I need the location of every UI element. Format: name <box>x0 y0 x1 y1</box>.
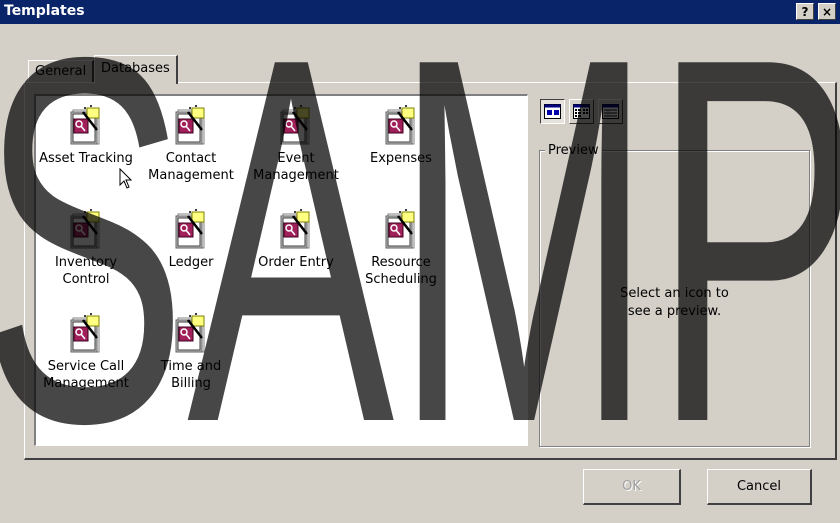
template-item-time-and-billing[interactable]: Time and Billing <box>141 312 241 392</box>
template-item-asset-tracking[interactable]: Asset Tracking <box>36 104 136 167</box>
close-button[interactable]: × <box>818 3 836 20</box>
template-label: Expenses <box>370 151 432 166</box>
ok-button[interactable]: OK <box>583 469 681 505</box>
template-item-contact-management[interactable]: Contact Management <box>141 104 241 184</box>
template-label: Asset Tracking <box>39 151 133 166</box>
template-item-ledger[interactable]: Ledger <box>141 208 241 271</box>
database-template-icon <box>174 208 208 250</box>
template-label: Service Call Management <box>43 359 129 391</box>
template-item-expenses[interactable]: Expenses <box>351 104 451 167</box>
template-icon-list[interactable]: Asset Tracking Contact Management Event … <box>34 94 528 446</box>
database-template-icon <box>384 104 418 146</box>
database-template-icon <box>174 104 208 146</box>
large-icons-view-button[interactable] <box>540 99 565 124</box>
mouse-cursor-icon <box>119 168 133 189</box>
template-label: Resource Scheduling <box>365 255 437 287</box>
database-template-icon <box>279 208 313 250</box>
database-template-icon <box>384 208 418 250</box>
template-label: Ledger <box>168 255 214 270</box>
template-item-inventory-control[interactable]: Inventory Control <box>36 208 136 288</box>
window-title: Templates <box>4 3 85 19</box>
template-item-order-entry[interactable]: Order Entry <box>246 208 346 271</box>
template-item-resource-scheduling[interactable]: Resource Scheduling <box>351 208 451 288</box>
template-item-service-call-management[interactable]: Service Call Management <box>36 312 136 392</box>
tab-general[interactable]: General <box>28 60 95 82</box>
template-item-event-management[interactable]: Event Management <box>246 104 346 184</box>
template-label: Time and Billing <box>160 359 222 391</box>
list-view-button[interactable] <box>569 99 594 124</box>
database-template-icon <box>69 312 103 354</box>
preview-message: Select an icon to see a preview. <box>620 286 729 319</box>
database-template-icon <box>279 104 313 146</box>
list-view-icon <box>573 104 590 119</box>
database-template-icon <box>69 104 103 146</box>
template-label: Order Entry <box>258 255 334 270</box>
tab-databases[interactable]: Databases <box>94 55 178 84</box>
template-label: Event Management <box>253 151 339 183</box>
details-view-icon <box>602 104 619 119</box>
preview-label: Preview <box>545 143 602 158</box>
database-template-icon <box>174 312 208 354</box>
database-template-icon <box>69 208 103 250</box>
details-view-button[interactable] <box>598 99 623 124</box>
title-bar: Templates ? × <box>0 0 840 24</box>
help-button[interactable]: ? <box>796 3 814 20</box>
large-icons-view-icon <box>544 104 561 119</box>
template-label: Inventory Control <box>54 255 118 287</box>
template-label: Contact Management <box>148 151 234 183</box>
cancel-button[interactable]: Cancel <box>707 469 812 505</box>
